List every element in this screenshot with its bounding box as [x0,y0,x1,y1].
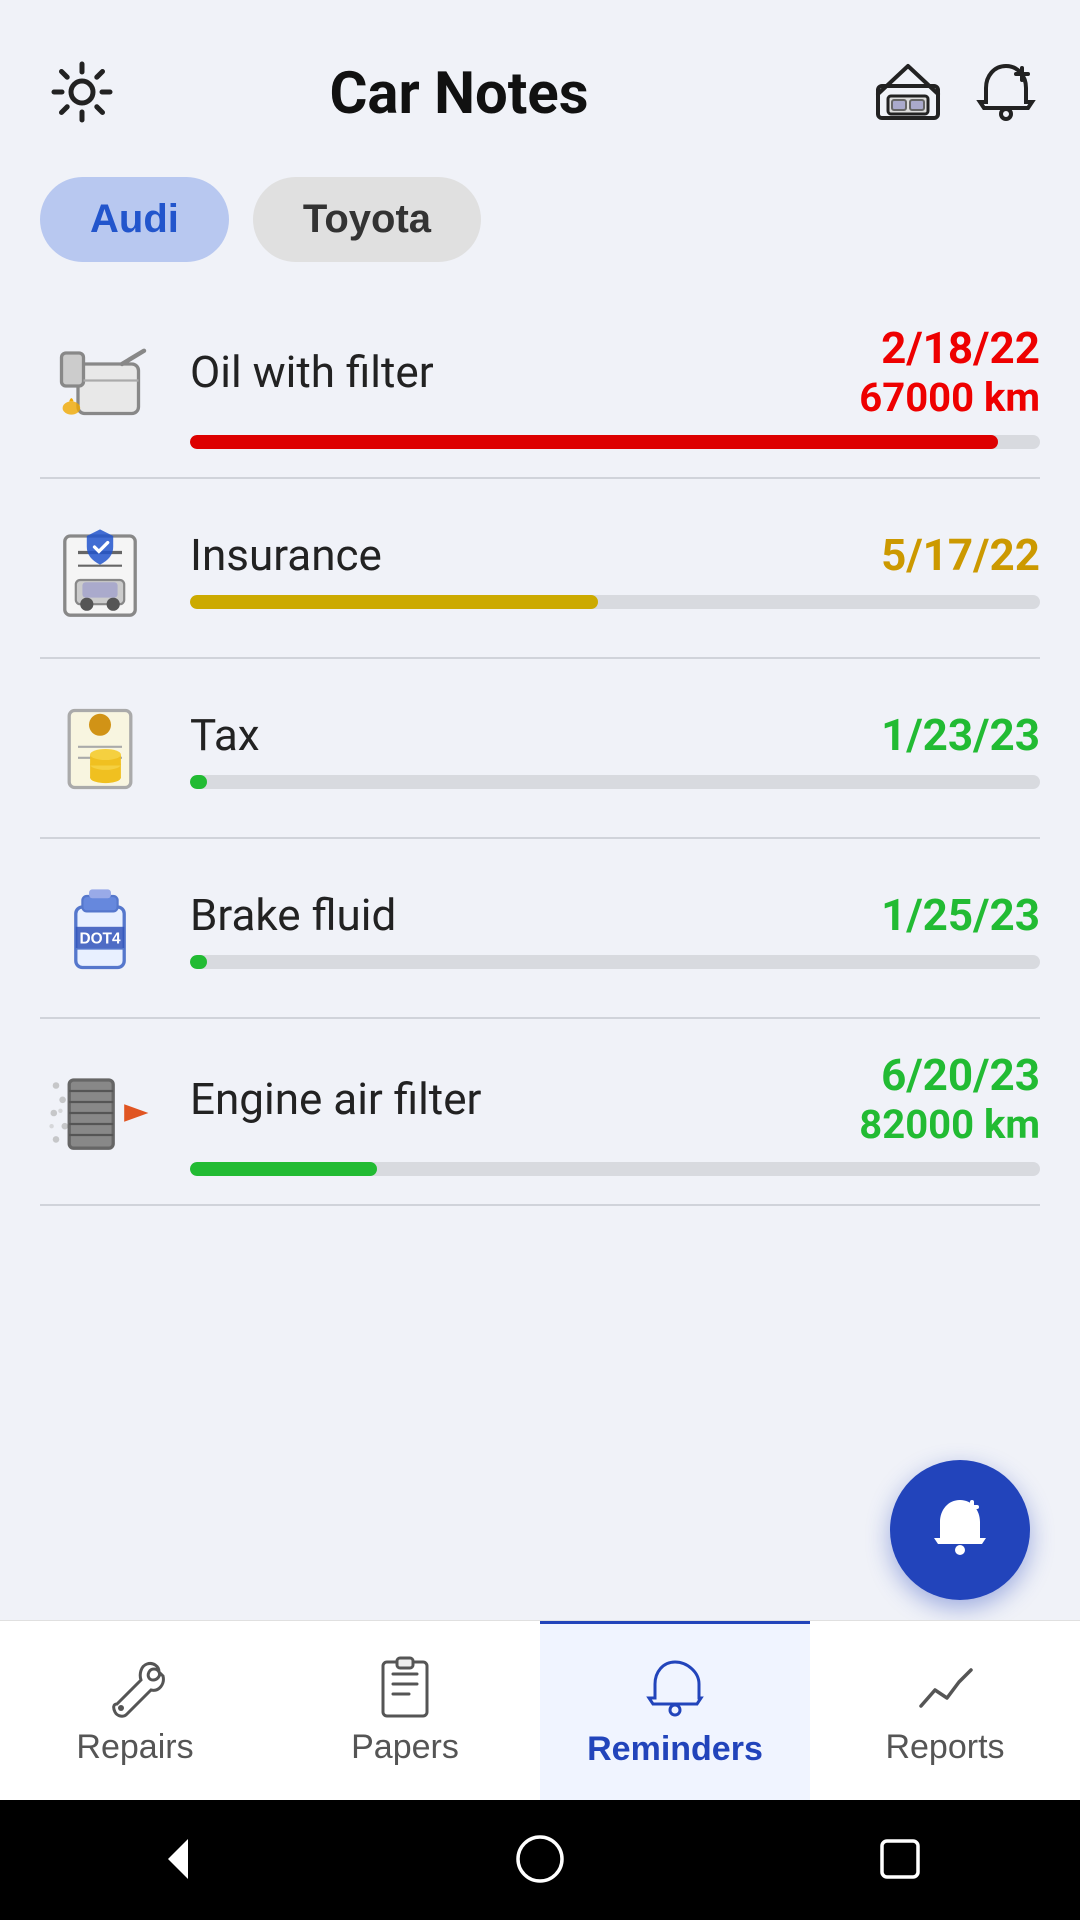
reminder-item-oil[interactable]: Oil with filter 2/18/22 67000 km [0,292,1080,449]
reminder-item-insurance[interactable]: Insurance 5/17/22 [0,479,1080,629]
progress-bar-tax [190,775,1040,789]
recents-square-icon [872,1831,928,1887]
nav-item-reminders[interactable]: Reminders [540,1621,810,1800]
date-km-col-air-filter: 6/20/23 82000 km [800,1049,1040,1148]
date-km-col-brake: 1/25/23 [800,889,1040,941]
date-km-col-insurance: 5/17/22 [800,529,1040,581]
progress-fill-oil [190,435,998,449]
reminder-content-air-filter: Engine air filter 6/20/23 82000 km [190,1049,1040,1176]
divider-5 [40,1204,1040,1206]
car-tabs: Audi Toyota [0,167,1080,292]
fab-bell-plus-icon [920,1490,1000,1570]
reminder-date-air-filter: 6/20/23 [881,1049,1040,1101]
nav-label-reports: Reports [885,1728,1004,1767]
progress-fill-tax [190,775,207,789]
reminder-content-brake: Brake fluid 1/25/23 [190,889,1040,969]
app-title: Car Notes [44,60,874,128]
bottom-nav: Repairs Papers Reminders Reports [0,1620,1080,1800]
reminders-list: Oil with filter 2/18/22 67000 km [0,292,1080,1430]
reminder-name-air-filter: Engine air filter [190,1073,481,1125]
reminder-content-oil: Oil with filter 2/18/22 67000 km [190,322,1040,449]
back-button[interactable] [152,1831,208,1890]
svg-text:DOT4: DOT4 [79,930,120,947]
reminder-item-air-filter[interactable]: Engine air filter 6/20/23 82000 km [0,1019,1080,1176]
reminder-date-insurance: 5/17/22 [881,529,1040,581]
progress-bar-brake [190,955,1040,969]
nav-item-repairs[interactable]: Repairs [0,1621,270,1800]
fab-container [0,1430,1080,1620]
air-filter-icon [40,1053,160,1173]
nav-item-reports[interactable]: Reports [810,1621,1080,1800]
home-circle-icon [512,1831,568,1887]
progress-fill-insurance [190,595,598,609]
back-arrow-icon [152,1831,208,1887]
insurance-icon [40,509,160,629]
reminder-name-oil: Oil with filter [190,346,434,398]
progress-bar-insurance [190,595,1040,609]
tab-toyota[interactable]: Toyota [253,177,481,262]
add-reminder-header-button[interactable] [972,58,1040,129]
header: Car Notes [0,0,1080,167]
papers-icon [373,1654,437,1718]
bell-icon [643,1656,707,1720]
reminder-date-oil: 2/18/22 [881,322,1040,374]
nav-label-repairs: Repairs [76,1728,193,1767]
date-km-col-oil: 2/18/22 67000 km [800,322,1040,421]
home-button[interactable] [512,1831,568,1890]
brake-icon: DOT4 [40,869,160,989]
reminder-name-insurance: Insurance [190,529,382,581]
recents-button[interactable] [872,1831,928,1890]
reminder-name-tax: Tax [190,709,260,761]
add-reminder-fab[interactable] [890,1460,1030,1600]
date-km-col-tax: 1/23/23 [800,709,1040,761]
tab-audi[interactable]: Audi [40,177,229,262]
oil-icon [40,326,160,446]
car-garage-icon [874,58,942,126]
reminder-km-oil: 67000 km [859,374,1040,421]
header-icons [874,58,1040,129]
reminder-item-tax[interactable]: Tax 1/23/23 [0,659,1080,809]
system-nav [0,1800,1080,1920]
progress-fill-brake [190,955,207,969]
reports-icon [913,1654,977,1718]
reminder-content-insurance: Insurance 5/17/22 [190,529,1040,609]
reminder-km-air-filter: 82000 km [859,1101,1040,1148]
tax-icon [40,689,160,809]
car-garage-button[interactable] [874,58,942,129]
reminder-item-brake[interactable]: DOT4 Brake fluid 1/25/23 [0,839,1080,989]
wrench-icon [103,1654,167,1718]
progress-bar-oil [190,435,1040,449]
nav-label-reminders: Reminders [587,1730,763,1769]
reminder-date-brake: 1/25/23 [881,889,1040,941]
progress-fill-air-filter [190,1162,377,1176]
progress-bar-air-filter [190,1162,1040,1176]
nav-label-papers: Papers [351,1728,459,1767]
reminder-date-tax: 1/23/23 [881,709,1040,761]
nav-item-papers[interactable]: Papers [270,1621,540,1800]
reminder-content-tax: Tax 1/23/23 [190,709,1040,789]
reminder-name-brake: Brake fluid [190,889,396,941]
add-bell-icon [972,58,1040,126]
